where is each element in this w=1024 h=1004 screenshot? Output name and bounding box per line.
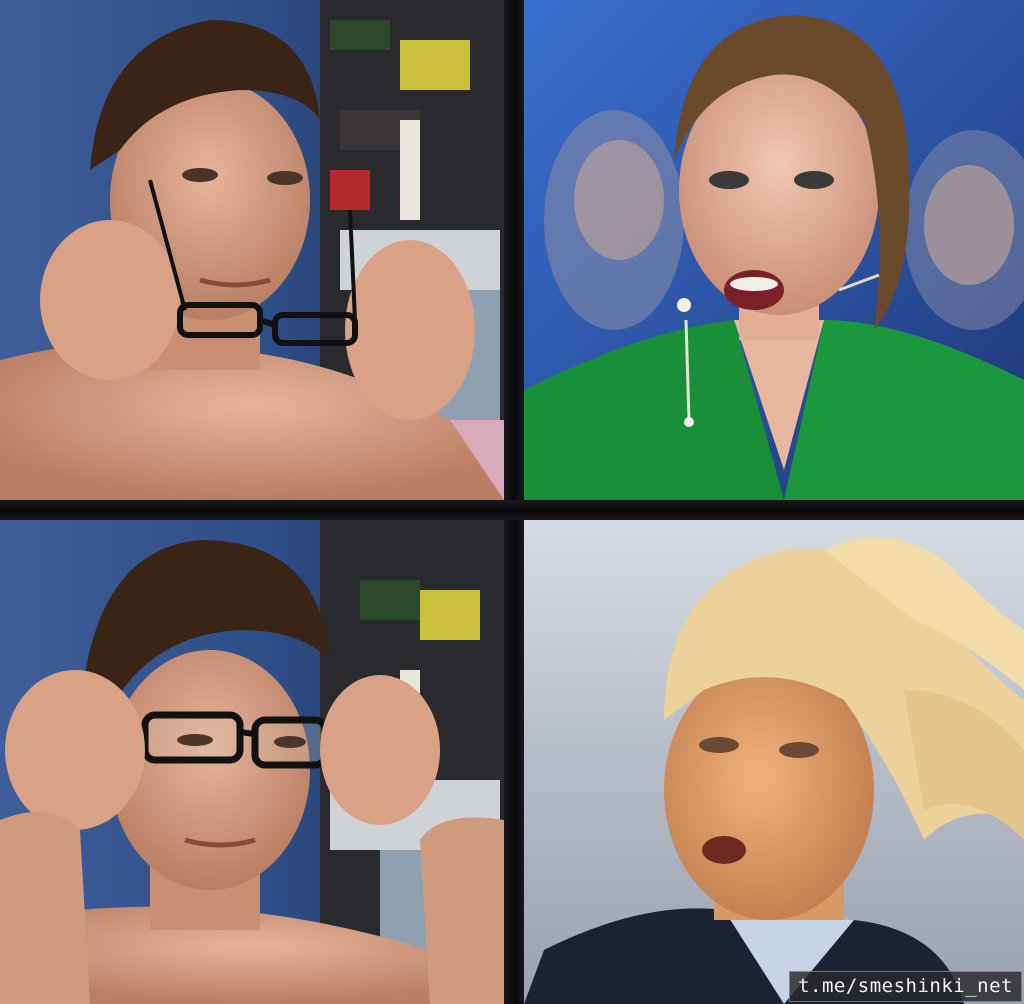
panel-divider-horizontal (0, 500, 1024, 520)
photo-man-removing-glasses (0, 0, 504, 500)
photo-woman-green-blazer (524, 0, 1024, 500)
photo-man-wearing-glasses (0, 520, 504, 1004)
panel-bottom-right-windblown-hair (524, 520, 1024, 1004)
photo-man-windblown-hair (524, 520, 1024, 1004)
meme-grid: t.me/smeshinki_net (0, 0, 1024, 1004)
panel-top-right-surprised-woman (524, 0, 1024, 500)
panel-top-left-glasses-off (0, 0, 504, 500)
panel-bottom-left-glasses-on (0, 520, 504, 1004)
watermark-channel-link: t.me/smeshinki_net (789, 971, 1022, 1002)
